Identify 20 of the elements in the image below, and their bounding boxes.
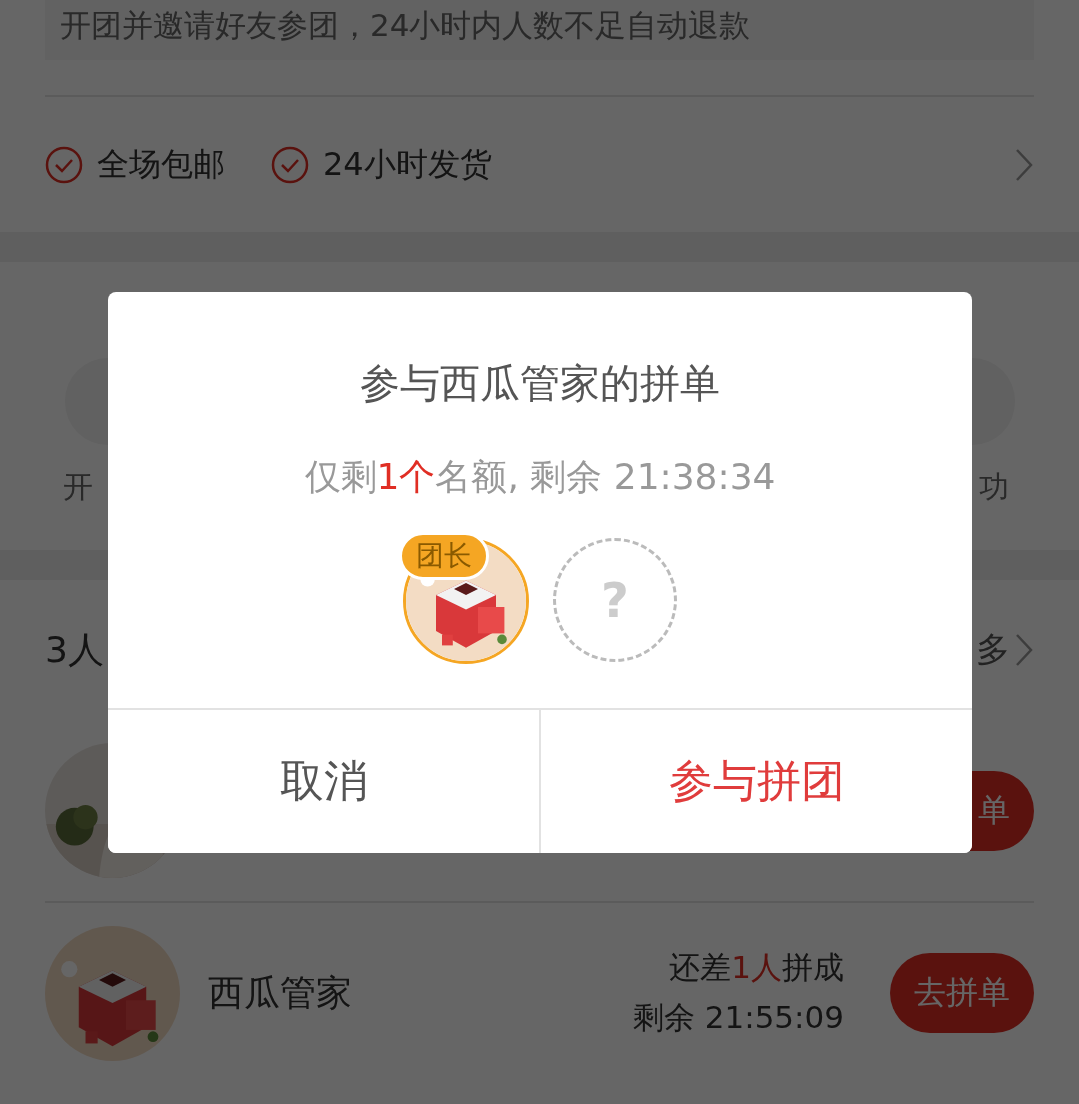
- chevron-right-icon[interactable]: [1014, 633, 1034, 667]
- user-name: 西瓜管家: [208, 970, 352, 1015]
- check-circle-icon: [45, 145, 83, 184]
- join-group-button[interactable]: 参与拼团: [539, 710, 972, 853]
- step-label: 功: [979, 468, 1009, 506]
- time-remaining: 剩余 21:55:09: [632, 998, 844, 1037]
- chevron-right-icon[interactable]: [1014, 147, 1034, 182]
- check-circle-icon: [271, 145, 309, 184]
- service-label: 全场包邮: [97, 143, 225, 185]
- dialog-title: 参与西瓜管家的拼单: [359, 359, 721, 408]
- step-label: 开: [63, 468, 93, 506]
- join-button[interactable]: 去拼单: [890, 953, 1034, 1033]
- missing-count: 还差1人拼成: [669, 948, 844, 987]
- section-title: 3人: [45, 627, 104, 672]
- leader-badge: 团长: [399, 532, 489, 580]
- dialog-subtitle: 仅剩1个名额, 剩余 21:38:34: [303, 455, 777, 499]
- more-link[interactable]: 多: [976, 627, 1010, 673]
- empty-slot: ?: [553, 538, 677, 662]
- rule-text: 开团并邀请好友参团，24小时内人数不足自动退款: [45, 0, 1034, 60]
- service-label: 24小时发货: [323, 143, 492, 185]
